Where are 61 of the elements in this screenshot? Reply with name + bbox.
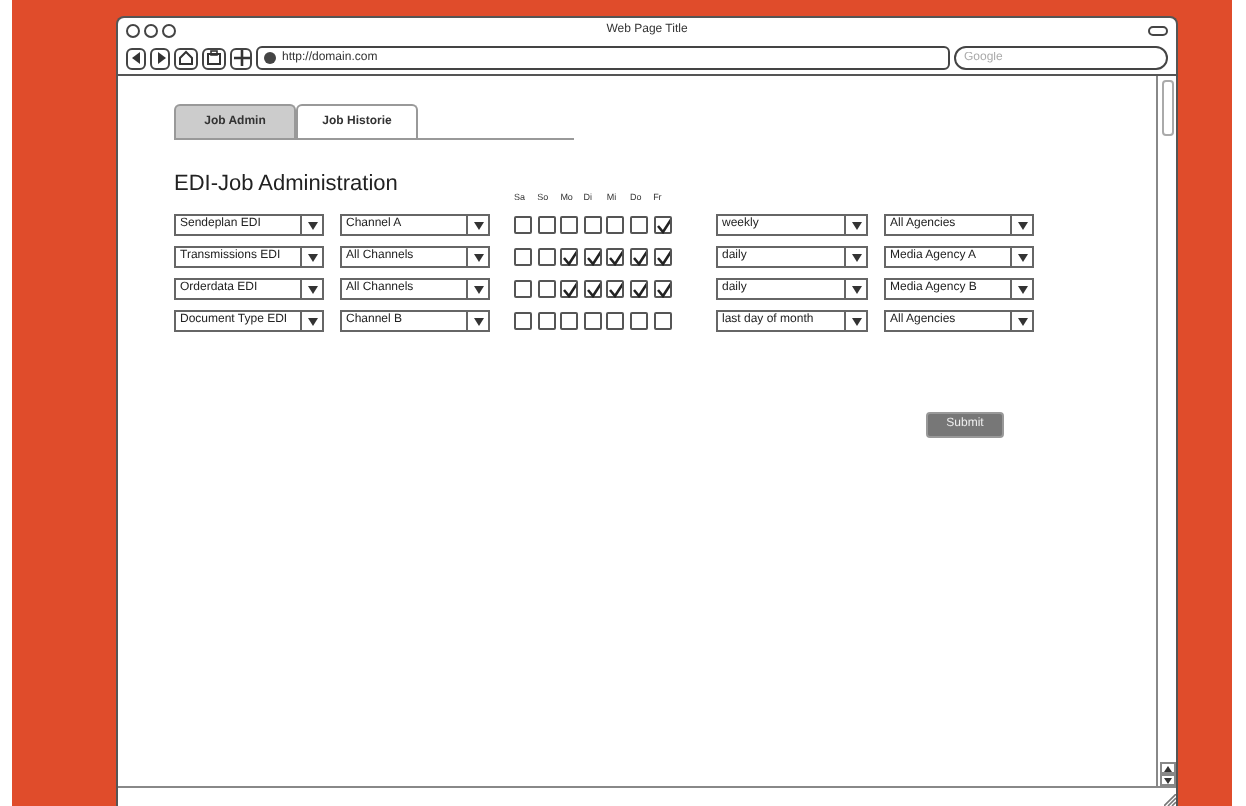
checkbox[interactable] bbox=[606, 312, 625, 330]
caret-icon bbox=[851, 253, 861, 261]
checkbox[interactable] bbox=[537, 312, 556, 330]
checkbox[interactable] bbox=[537, 280, 556, 298]
checkbox[interactable] bbox=[560, 248, 579, 266]
caret-icon bbox=[851, 285, 861, 293]
checkbox[interactable] bbox=[629, 248, 648, 266]
checkbox[interactable] bbox=[560, 280, 579, 298]
checkbox[interactable] bbox=[537, 216, 556, 234]
checkbox[interactable] bbox=[629, 280, 648, 298]
checkbox[interactable] bbox=[629, 312, 648, 330]
checkbox[interactable] bbox=[514, 280, 532, 298]
resize-grip-icon[interactable] bbox=[1164, 794, 1176, 806]
checkbox[interactable] bbox=[653, 312, 672, 330]
forward-icon bbox=[155, 52, 165, 64]
caret-icon bbox=[1017, 253, 1027, 261]
caret-icon bbox=[1017, 317, 1027, 325]
print-button[interactable] bbox=[202, 47, 226, 69]
caret-icon bbox=[307, 253, 317, 261]
caret-icon bbox=[473, 285, 483, 293]
caret-icon bbox=[473, 317, 483, 325]
caret-icon bbox=[851, 221, 861, 229]
checkbox[interactable] bbox=[606, 248, 625, 266]
scrollbar[interactable] bbox=[1156, 76, 1176, 786]
page-heading: EDI-Job Administration bbox=[174, 170, 398, 200]
checkbox[interactable] bbox=[514, 312, 532, 330]
checkbox[interactable] bbox=[560, 312, 579, 330]
checkbox[interactable] bbox=[583, 280, 602, 298]
caret-icon bbox=[307, 285, 317, 293]
checkbox[interactable] bbox=[560, 216, 579, 234]
checkbox[interactable] bbox=[583, 216, 602, 234]
add-icon bbox=[233, 50, 249, 66]
caret-icon bbox=[473, 221, 483, 229]
home-button[interactable] bbox=[174, 47, 198, 69]
caret-icon bbox=[851, 317, 861, 325]
checkbox[interactable] bbox=[537, 248, 556, 266]
checkbox[interactable] bbox=[514, 216, 532, 234]
checkbox[interactable] bbox=[629, 216, 648, 234]
checkbox[interactable] bbox=[583, 312, 602, 330]
caret-icon bbox=[1017, 221, 1027, 229]
caret-icon bbox=[473, 253, 483, 261]
back-icon bbox=[131, 52, 141, 64]
toolbar-toggle-icon[interactable] bbox=[1148, 25, 1168, 35]
back-button[interactable] bbox=[126, 47, 146, 69]
checkbox[interactable] bbox=[606, 216, 625, 234]
checkbox[interactable] bbox=[653, 248, 672, 266]
caret-icon bbox=[307, 317, 317, 325]
checkbox[interactable] bbox=[653, 280, 672, 298]
up-arrow-icon bbox=[1163, 765, 1171, 771]
checkbox[interactable] bbox=[514, 248, 532, 266]
add-button[interactable] bbox=[230, 47, 252, 69]
site-icon bbox=[264, 52, 276, 64]
caret-icon bbox=[307, 221, 317, 229]
down-arrow-icon bbox=[1163, 777, 1171, 783]
checkbox[interactable] bbox=[606, 280, 625, 298]
checkbox[interactable] bbox=[583, 248, 602, 266]
caret-icon bbox=[1017, 285, 1027, 293]
print-icon bbox=[206, 50, 222, 66]
checkbox[interactable] bbox=[653, 216, 672, 234]
home-icon bbox=[178, 50, 194, 66]
forward-button[interactable] bbox=[150, 47, 170, 69]
